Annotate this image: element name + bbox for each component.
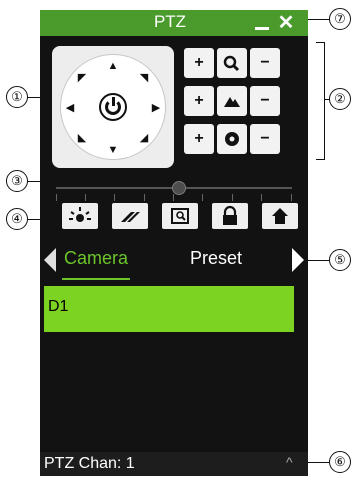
power-icon[interactable] [99,93,127,121]
ptz-panel: PTZ ✕ ▲ ◥ ▶ ◢ ▼ ◣ ◀ ◤ + − + − + − Camera… [40,10,308,476]
iris-open-button[interactable]: + [184,124,214,154]
tab-active-indicator [62,278,130,280]
callout-5-line [306,260,329,261]
wiper-button[interactable] [112,203,148,229]
minimize-icon[interactable] [254,15,270,31]
tab-camera[interactable]: Camera [64,248,128,269]
pan-down-right-button[interactable]: ◢ [138,132,150,144]
pan-up-right-button[interactable]: ◥ [138,72,150,84]
slider-tick [85,194,86,201]
focus-near-button[interactable]: + [184,86,214,116]
pan-right-button[interactable]: ▶ [150,102,162,114]
callout-7: ⑦ [329,8,351,30]
slider-tick [144,194,145,201]
home-button[interactable] [262,203,298,229]
callout-2: ② [329,88,351,110]
callout-2-line [324,99,329,100]
slider-tick [173,194,174,201]
zoom-out-button[interactable]: − [250,48,280,78]
light-button[interactable] [62,203,98,229]
aperture-icon [217,124,247,154]
slider-tick [232,194,233,201]
close-icon[interactable]: ✕ [276,13,296,33]
zoom-in-button[interactable]: + [184,48,214,78]
iris-close-button[interactable]: − [250,124,280,154]
ptz-channel-label: PTZ Chan: 1 [44,455,135,472]
home-icon [272,208,288,224]
speed-slider-thumb[interactable] [172,181,186,195]
callout-1: ① [6,86,28,108]
title-bar: PTZ ✕ [40,10,308,36]
list-item[interactable] [44,286,294,332]
light-icon [69,207,91,222]
callout-3: ③ [6,170,28,192]
callout-7-line [306,19,329,20]
expand-caret-icon[interactable]: ^ [286,454,293,470]
pan-down-button[interactable]: ▼ [107,144,119,156]
pan-down-left-button[interactable]: ◣ [76,132,88,144]
slider-tick [291,194,292,201]
screen-button[interactable] [162,203,198,229]
wiper-icon [121,212,140,222]
pan-left-button[interactable]: ◀ [64,102,76,114]
slider-tick [202,194,203,201]
lock-icon [223,205,237,225]
magnifier-icon [217,48,247,78]
tab-next-arrow[interactable] [292,248,304,272]
callout-4: ④ [6,208,28,230]
pan-up-left-button[interactable]: ◤ [76,72,88,84]
slider-tick [261,194,262,201]
callout-5: ⑤ [329,249,351,271]
tab-prev-arrow[interactable] [44,248,56,272]
tab-preset[interactable]: Preset [190,248,242,269]
slider-tick [56,194,57,201]
screen-icon [171,208,189,224]
mountain-icon [217,86,247,116]
focus-far-button[interactable]: − [250,86,280,116]
slider-tick [114,194,115,201]
lock-button[interactable] [212,203,248,229]
callout-2-bracket [316,42,325,160]
callout-6: ⑥ [329,451,351,473]
pan-up-button[interactable]: ▲ [107,60,119,72]
list-item-label: D1 [48,298,69,315]
